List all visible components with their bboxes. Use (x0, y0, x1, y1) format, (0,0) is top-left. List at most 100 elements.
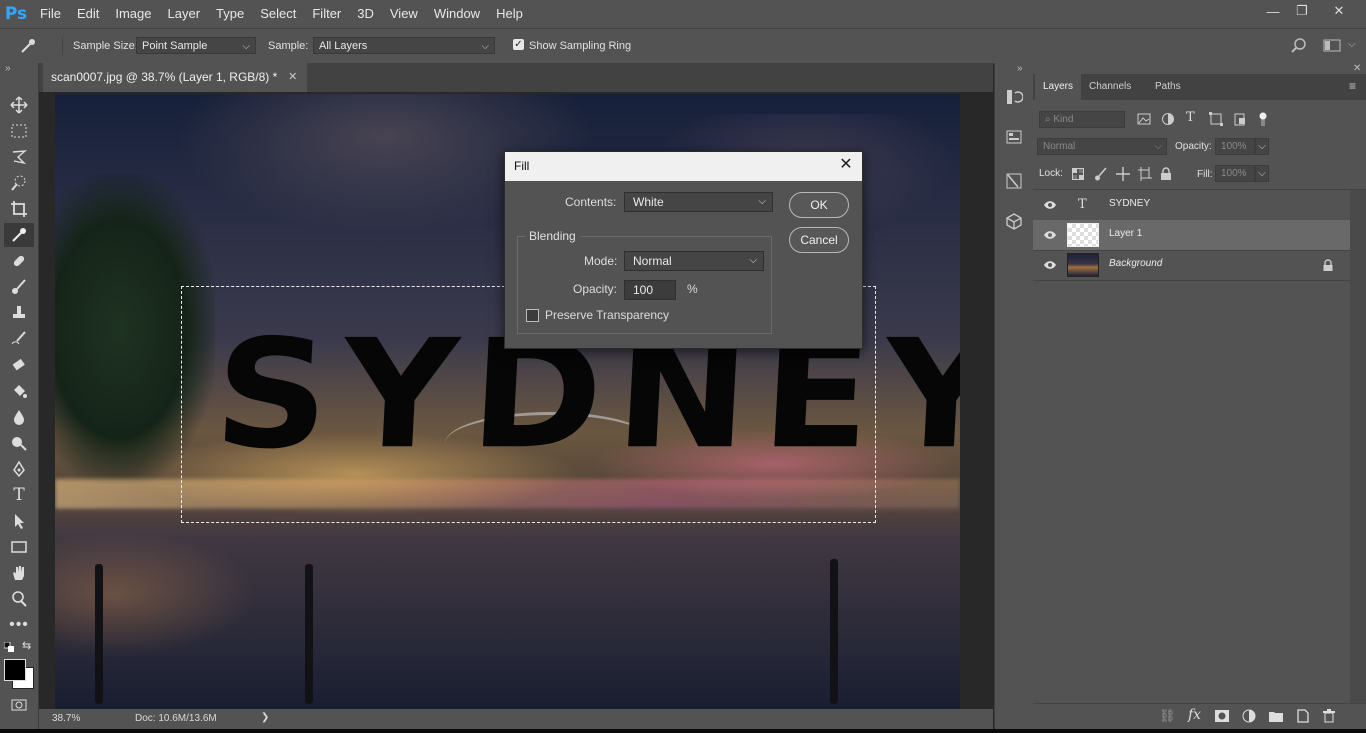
opacity-dropdown[interactable]: ⌵ (1255, 138, 1269, 155)
layer-row-background[interactable]: Background (1033, 250, 1350, 281)
add-mask-icon[interactable] (1215, 710, 1229, 722)
close-panel-icon[interactable]: ✕ (1353, 63, 1361, 74)
new-layer-icon[interactable] (1297, 709, 1309, 723)
path-selection-tool-icon[interactable] (4, 509, 34, 533)
link-layers-icon[interactable]: ⛓ (1159, 708, 1176, 724)
delete-layer-icon[interactable] (1323, 709, 1335, 723)
zoom-level[interactable]: 38.7% (52, 713, 80, 724)
collapse-icon[interactable]: » (5, 63, 11, 74)
tab-paths[interactable]: Paths (1147, 74, 1189, 100)
menu-type[interactable]: Type (208, 0, 252, 28)
eraser-tool-icon[interactable] (4, 353, 34, 377)
menu-help[interactable]: Help (488, 0, 531, 28)
status-menu-arrow[interactable]: ❯ (261, 712, 269, 723)
menu-view[interactable]: View (382, 0, 426, 28)
opacity-field[interactable]: 100% (1215, 138, 1255, 155)
dialog-title-bar[interactable]: Fill ✕ (505, 152, 862, 181)
hand-tool-icon[interactable] (4, 561, 34, 585)
close-tab-icon[interactable]: ✕ (288, 63, 297, 92)
menu-layer[interactable]: Layer (160, 0, 209, 28)
zoom-tool-icon[interactable] (4, 587, 34, 611)
layer-row-sydney[interactable]: T SYDNEY (1033, 190, 1350, 221)
filter-adjustment-icon[interactable] (1161, 112, 1175, 126)
lock-image-pixels-icon[interactable] (1094, 167, 1108, 181)
menu-image[interactable]: Image (107, 0, 159, 28)
history-brush-tool-icon[interactable] (4, 327, 34, 351)
workspace-icon[interactable] (1323, 38, 1343, 54)
lock-all-icon[interactable] (1160, 167, 1172, 181)
tab-layers[interactable]: Layers (1035, 74, 1082, 100)
pen-tool-icon[interactable] (4, 457, 34, 481)
clone-stamp-tool-icon[interactable] (4, 301, 34, 325)
move-tool-icon[interactable] (4, 93, 34, 117)
filter-type-icon[interactable]: T (1186, 110, 1195, 125)
layer-name-layer-1[interactable]: Layer 1 (1109, 228, 1142, 239)
show-sampling-ring-checkbox[interactable]: ✓ (513, 39, 524, 50)
layer-thumbnail-transparent[interactable] (1067, 223, 1099, 247)
more-tools-icon[interactable]: ••• (4, 613, 34, 637)
mode-select[interactable]: Normal ⌵ (624, 251, 764, 271)
filter-smart-object-icon[interactable] (1233, 112, 1247, 126)
document-tab[interactable]: scan0007.jpg @ 38.7% (Layer 1, RGB/8) * … (43, 63, 308, 92)
menu-filter[interactable]: Filter (304, 0, 349, 28)
paragraph-icon[interactable] (1002, 169, 1026, 193)
lock-position-icon[interactable] (1116, 167, 1130, 181)
visibility-eye-icon[interactable] (1043, 228, 1057, 242)
preserve-transparency-label[interactable]: Preserve Transparency (545, 308, 669, 322)
visibility-eye-icon[interactable] (1043, 198, 1057, 212)
quick-selection-tool-icon[interactable] (4, 171, 34, 195)
lock-artboard-icon[interactable] (1138, 167, 1152, 181)
lock-transparent-pixels-icon[interactable] (1072, 168, 1084, 180)
close-window-button[interactable]: ✕ (1322, 0, 1356, 22)
filter-pixel-icon[interactable] (1137, 112, 1151, 126)
fx-icon[interactable]: fx (1188, 707, 1201, 723)
contents-select[interactable]: White ⌵ (624, 192, 773, 212)
sample-select[interactable]: All Layers ⌵ (313, 37, 495, 54)
paint-bucket-tool-icon[interactable] (4, 379, 34, 403)
menu-window[interactable]: Window (426, 0, 488, 28)
preserve-transparency-checkbox[interactable] (526, 309, 539, 322)
type-tool-icon[interactable]: T (4, 483, 34, 507)
menu-edit[interactable]: Edit (69, 0, 107, 28)
filter-shape-icon[interactable] (1209, 112, 1223, 126)
search-icon[interactable] (1290, 37, 1308, 55)
layers-scrollbar[interactable] (1350, 190, 1366, 703)
close-icon[interactable]: ✕ (838, 157, 854, 173)
sample-size-select[interactable]: Point Sample ⌵ (136, 37, 256, 54)
lasso-tool-icon[interactable] (4, 145, 34, 169)
layer-row-layer-1[interactable]: Layer 1 (1033, 220, 1350, 251)
fill-dropdown[interactable]: ⌵ (1255, 165, 1269, 182)
marquee-tool-icon[interactable] (4, 119, 34, 143)
properties-icon[interactable] (1002, 125, 1026, 149)
panel-menu-icon[interactable]: ≡ (1349, 79, 1356, 93)
menu-select[interactable]: Select (252, 0, 304, 28)
healing-brush-tool-icon[interactable] (4, 249, 34, 273)
dodge-tool-icon[interactable] (4, 431, 34, 455)
foreground-color-swatch[interactable] (4, 659, 26, 681)
layer-thumbnail-background[interactable] (1067, 253, 1099, 277)
filter-toggle-icon[interactable] (1258, 112, 1268, 126)
menu-file[interactable]: File (32, 0, 69, 28)
chevron-down-icon[interactable]: ⌵ (1348, 39, 1356, 50)
blend-mode-select[interactable]: Normal ⌵ (1037, 138, 1167, 155)
history-icon[interactable] (1002, 85, 1026, 109)
new-group-icon[interactable] (1269, 710, 1283, 722)
brush-tool-icon[interactable] (4, 275, 34, 299)
fill-field[interactable]: 100% (1215, 165, 1255, 182)
visibility-eye-icon[interactable] (1043, 258, 1057, 272)
layer-filter-kind-select[interactable]: ⌕ Kind (1039, 111, 1125, 128)
menu-3d[interactable]: 3D (349, 0, 382, 28)
ok-button[interactable]: OK (789, 192, 849, 218)
restore-button[interactable]: ❐ (1285, 0, 1319, 22)
3d-icon[interactable] (1002, 209, 1026, 233)
default-colors-icon[interactable] (3, 641, 14, 652)
eyedropper-tool-preset-icon[interactable] (18, 36, 40, 56)
layer-name-sydney[interactable]: SYDNEY (1109, 198, 1150, 209)
layer-name-background[interactable]: Background (1109, 258, 1162, 269)
blur-tool-icon[interactable] (4, 405, 34, 429)
swap-colors-icon[interactable]: ⇆ (22, 639, 31, 652)
collapse-icon[interactable]: » (1017, 63, 1023, 74)
opacity-input[interactable]: 100 (624, 280, 676, 300)
cancel-button[interactable]: Cancel (789, 227, 849, 253)
eyedropper-tool-icon[interactable] (4, 223, 34, 247)
